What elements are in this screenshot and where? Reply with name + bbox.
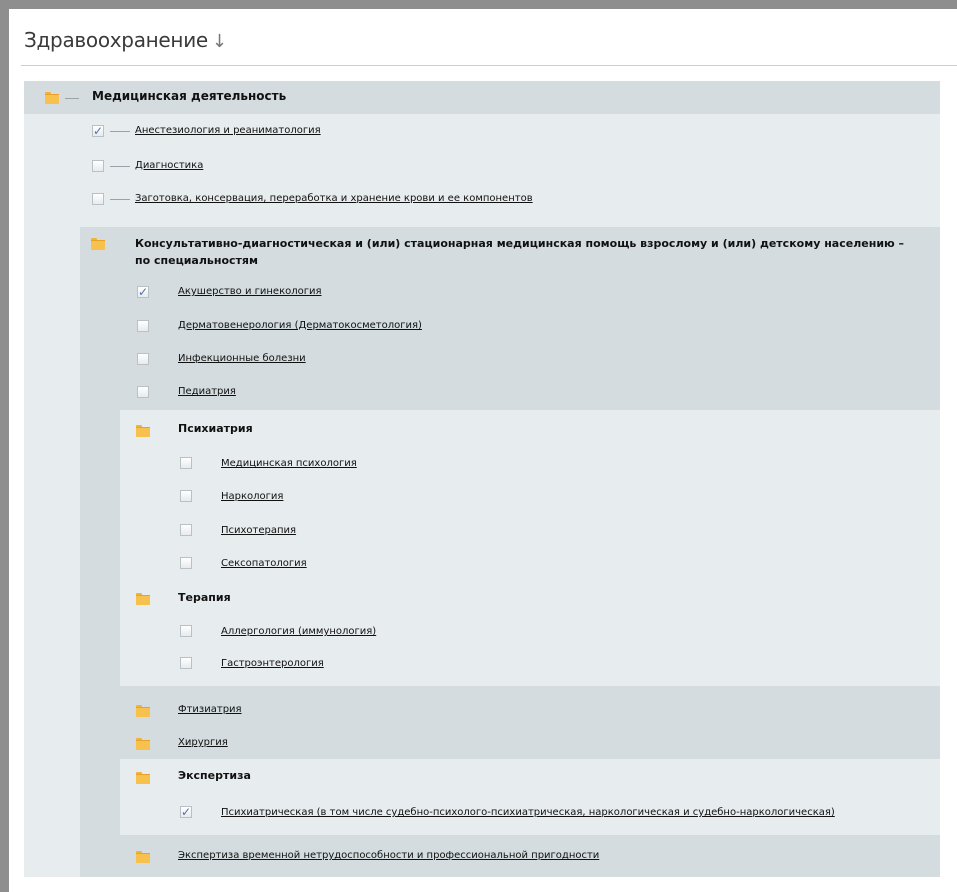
checkbox-infectious[interactable]: [137, 353, 149, 365]
checkbox-dermatology[interactable]: [137, 320, 149, 332]
node-consultative[interactable]: Консультативно-диагностическая и (или) с…: [135, 235, 915, 269]
link-blood-storage[interactable]: Заготовка, консервация, переработка и хр…: [135, 193, 533, 204]
node-therapy[interactable]: Терапия: [178, 591, 231, 604]
link-diagnostics[interactable]: Диагностика: [135, 160, 203, 171]
link-narcology[interactable]: Наркология: [221, 491, 283, 502]
band-exp-rail: [80, 759, 120, 835]
link-psychotherapy[interactable]: Психотерапия: [221, 525, 296, 536]
checkbox-diagnostics[interactable]: [92, 160, 104, 172]
tree-connector: [110, 166, 130, 167]
link-allergology[interactable]: Аллергология (иммунология): [221, 626, 376, 637]
link-infectious[interactable]: Инфекционные болезни: [178, 353, 306, 364]
node-expertise[interactable]: Экспертиза: [178, 769, 251, 782]
checkbox-pediatrics[interactable]: [137, 386, 149, 398]
folder-icon[interactable]: [136, 851, 150, 863]
tree-left-rail: [24, 81, 80, 877]
link-temp-disability-expertise[interactable]: Экспертиза временной нетрудоспособности …: [178, 850, 599, 861]
link-obstetrics[interactable]: Акушерство и гинекология: [178, 286, 322, 297]
checkbox-psychiatric-expertise[interactable]: ✓: [180, 806, 192, 818]
folder-icon[interactable]: [136, 593, 150, 605]
link-sexopathology[interactable]: Сексопатология: [221, 558, 307, 569]
link-psychiatric-expertise[interactable]: Психиатрическая (в том числе судебно-пси…: [221, 807, 835, 818]
band-ftiz-surg: [80, 686, 940, 759]
link-dermatology[interactable]: Дерматовенерология (Дерматокосметология): [178, 320, 422, 331]
checkbox-psychotherapy[interactable]: [180, 524, 192, 536]
link-gastroenterology[interactable]: Гастроэнтерология: [221, 658, 324, 669]
checkbox-blood-storage[interactable]: [92, 193, 104, 205]
folder-icon[interactable]: [136, 425, 150, 437]
link-anesthesiology[interactable]: Анестезиология и реаниматология: [135, 125, 321, 136]
sort-arrow-icon[interactable]: ↓: [212, 31, 227, 52]
node-medical-activity[interactable]: Медицинская деятельность: [92, 89, 286, 103]
link-phthisiology[interactable]: Фтизиатрия: [178, 704, 242, 715]
link-pediatrics[interactable]: Педиатрия: [178, 386, 236, 397]
checkbox-gastroenterology[interactable]: [180, 657, 192, 669]
folder-icon[interactable]: [45, 92, 59, 104]
page-title: Здравоохранение: [24, 28, 208, 52]
checkbox-narcology[interactable]: [180, 490, 192, 502]
folder-icon[interactable]: [91, 238, 105, 250]
link-surgery[interactable]: Хирургия: [178, 737, 228, 748]
checkbox-allergology[interactable]: [180, 625, 192, 637]
checkbox-med-psychology[interactable]: [180, 457, 192, 469]
folder-icon[interactable]: [136, 772, 150, 784]
band-consult-rail: [80, 410, 120, 686]
folder-icon[interactable]: [136, 705, 150, 717]
checkbox-obstetrics[interactable]: ✓: [137, 286, 149, 298]
checkbox-sexopathology[interactable]: [180, 557, 192, 569]
band-psych-therapy: [120, 410, 940, 686]
node-psychiatry[interactable]: Психиатрия: [178, 422, 253, 435]
folder-icon[interactable]: [136, 738, 150, 750]
tree-connector: [110, 199, 130, 200]
tree-connector: [110, 131, 130, 132]
tree-connector: [65, 98, 79, 99]
header-divider: [21, 65, 957, 66]
checkbox-anesthesiology[interactable]: ✓: [92, 125, 104, 137]
page-header: Здравоохранение ↓: [24, 28, 227, 52]
link-med-psychology[interactable]: Медицинская психология: [221, 458, 357, 469]
